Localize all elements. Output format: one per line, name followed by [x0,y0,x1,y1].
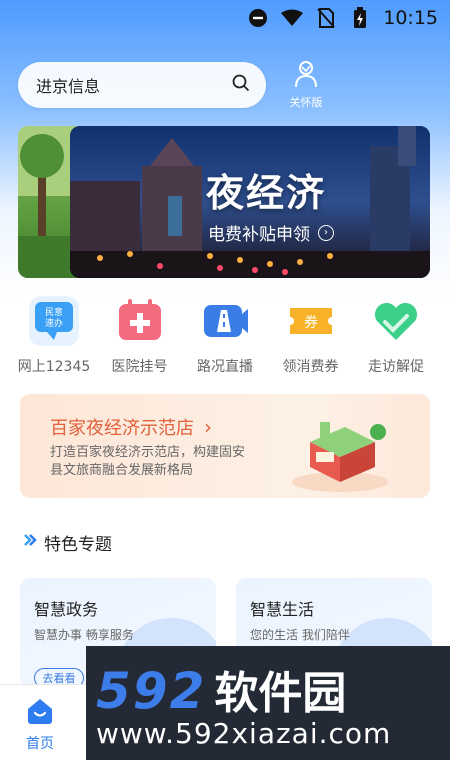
banner-prev-slide[interactable] [18,126,78,278]
service-traffic-live[interactable]: 路况直播 [183,296,267,376]
calendar-plus-icon [115,296,165,346]
nav-item-home[interactable]: 首页 [0,685,80,760]
service-label: 医院挂号 [111,359,168,375]
watermark-chinese: 软件园 [214,667,347,719]
search-text: 进京信息 [36,77,101,96]
watermark-592-logo: 592 软件园 www.592xiazai.com [86,646,450,760]
service-visit-help[interactable]: 走访解促 [354,296,438,376]
feature-title: 智慧生活 [250,600,315,619]
search-row: 进京信息 关怀版 [18,60,438,110]
feature-subtitle: 您的生活 我们陪伴 [250,628,350,642]
section-title: 特色专题 [44,535,112,555]
chevron-right-icon: › [204,415,212,439]
watermark-brand: 592 软件园 [96,657,450,721]
promo-description: 打造百家夜经济示范店，构建固安县文旅商融合发展新格局 [50,445,246,478]
banner-subtitle[interactable]: 电费补贴申领 › [208,220,334,245]
banner-slide-night-economy[interactable]: 夜经济 电费补贴申领 › [70,126,430,278]
section-header: 特色专题 [22,530,112,555]
chevron-right-icon: › [318,224,334,241]
road-camera-icon [200,296,250,346]
wifi-icon [281,7,304,29]
banner-title: 夜经济 [206,170,327,215]
shop-illustration-icon [290,402,390,492]
service-label: 网上12345 [17,359,91,375]
watermark-number: 592 [96,661,207,720]
clock: 10:15 [383,7,438,29]
handshake-heart-icon [371,296,421,346]
status-bar: 10:15 [0,0,450,36]
svg-text:民意: 民意 [45,306,63,318]
care-mode-button[interactable]: 关怀版 [284,60,328,110]
promo-title-text: 百家夜经济示范店 [50,418,194,439]
banner-subtitle-text: 电费补贴申领 [208,225,310,245]
double-chevron-icon [22,532,38,553]
banner-carousel[interactable]: 夜经济 电费补贴申领 › [18,126,430,278]
service-label: 路况直播 [197,359,253,375]
search-box[interactable]: 进京信息 [18,62,266,108]
search-icon[interactable] [232,74,250,96]
coupon-icon: 券 [286,296,336,346]
message-bubble-icon: 民意 速办 [29,296,79,346]
home-icon [25,697,55,729]
elder-care-icon [293,60,319,92]
promo-card-night-economy-store[interactable]: 百家夜经济示范店 › 打造百家夜经济示范店，构建固安县文旅商融合发展新格局 [20,394,430,498]
service-consumer-coupon[interactable]: 券 领消费券 [269,296,353,376]
service-label: 领消费券 [282,359,339,375]
battery-charging-icon [349,7,371,29]
feature-title: 智慧政务 [34,600,99,619]
promo-title: 百家夜经济示范店 › [50,414,212,440]
svg-text:速办: 速办 [45,317,63,329]
service-label: 走访解促 [368,359,424,375]
no-sim-icon [315,7,337,29]
do-not-disturb-icon [247,7,269,29]
service-online-12345[interactable]: 民意 速办 网上12345 [12,296,96,376]
quick-services: 民意 速办 网上12345 医院挂号 路况直播 券 领消费券 走访解促 [12,296,438,376]
feature-subtitle: 智慧办事 畅享服务 [34,628,134,642]
watermark-url: www.592xiazai.com [96,716,392,750]
care-mode-label: 关怀版 [289,96,323,109]
service-hospital-registration[interactable]: 医院挂号 [98,296,182,376]
nav-label-home: 首页 [26,735,54,752]
svg-text:券: 券 [304,315,318,331]
